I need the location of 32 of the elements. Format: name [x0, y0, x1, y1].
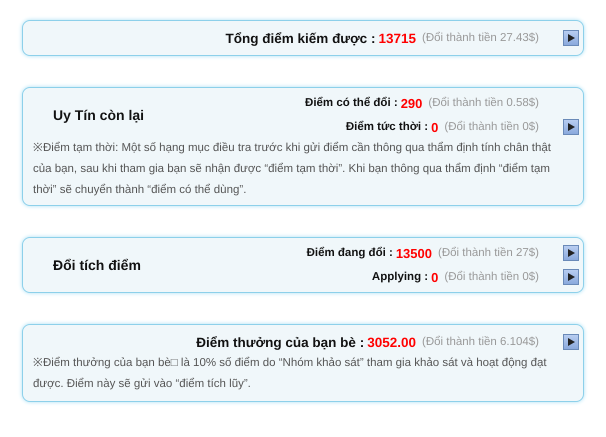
points-value: 13715 [378, 30, 416, 46]
triangle-icon [568, 123, 574, 131]
points-value: 13500 [396, 246, 432, 260]
points-value: 0 [431, 120, 438, 134]
play-arrow-button[interactable] [563, 269, 579, 285]
triangle-icon [568, 273, 574, 281]
money-equivalent: (Đổi thành tiền 0$) [444, 121, 539, 133]
note-text: ※Điểm tạm thời: Một số hạng mục điều tra trước khi gửi điểm cần thông qua thẩm định tính chân thật của bạn, sau khi tham gia bạn sẽ nhận được “điểm tạm thời”. Khi bạn thông qua thẩm định “điểm tạm thời” sẽ chuyển thành “điểm có thể dùng”. [33, 140, 552, 198]
play-arrow-button[interactable] [563, 119, 579, 135]
play-arrow-button[interactable] [563, 30, 579, 46]
points-label: Điểm đang đổi : [306, 247, 393, 259]
play-arrow-button[interactable] [563, 334, 579, 350]
note-text: ※Điểm thưởng của bạn bè□ là 10% số điểm do “Nhóm khảo sát” tham gia khảo sát và hoạt động đạt được. Điểm này sẽ gửi vào “điểm tích lũy”. [33, 356, 548, 392]
points-label: Điểm tức thời : [346, 121, 428, 133]
points-value: 0 [431, 270, 438, 284]
play-arrow-button[interactable] [563, 245, 579, 261]
points-label: Tổng điểm kiếm được : [226, 30, 376, 46]
money-equivalent: (Đổi thành tiền 27.43$) [422, 32, 539, 44]
money-equivalent: (Đổi thành tiền 6.104$) [422, 336, 539, 348]
money-equivalent: (Đổi thành tiền 0.58$) [428, 97, 539, 109]
money-equivalent: (Đổi thành tiền 27$) [438, 247, 539, 259]
triangle-icon [568, 34, 574, 42]
points-value: 3052.00 [367, 334, 416, 350]
section-title: Uy Tín còn lại [52, 107, 146, 123]
triangle-icon [568, 338, 574, 346]
points-label: Điểm thưởng của bạn bè : [196, 334, 364, 350]
points-value: 290 [400, 96, 422, 110]
points-label: Applying : [372, 271, 428, 283]
money-equivalent: (Đổi thành tiền 0$) [444, 271, 539, 283]
triangle-icon [568, 249, 574, 257]
section-title: Đổi tích điểm [52, 257, 142, 273]
points-label: Điểm có thể đổi : [305, 97, 398, 109]
